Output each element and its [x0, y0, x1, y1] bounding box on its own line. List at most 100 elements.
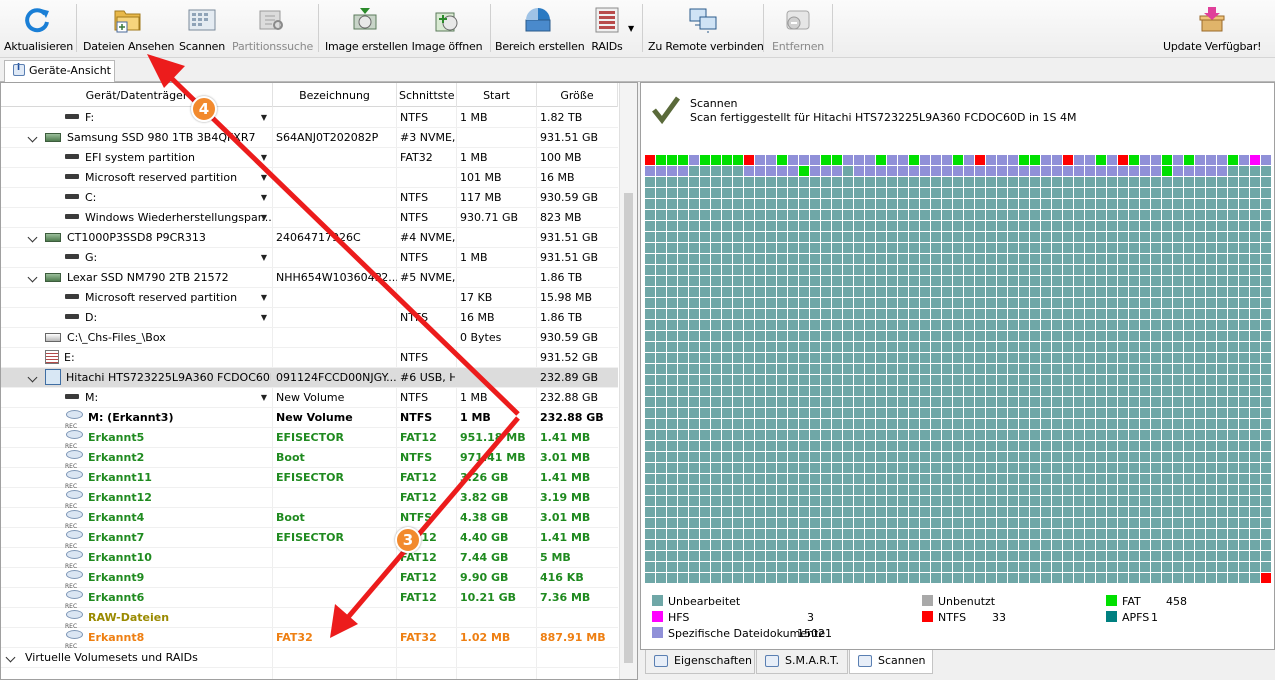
table-row[interactable]: Lexar SSD NM790 2TB 21572 NHH654W103604P2…: [1, 268, 618, 288]
sector-block: [766, 518, 776, 528]
column-header-label[interactable]: Bezeichnung: [273, 83, 397, 107]
create-image-button[interactable]: Image erstellen: [325, 0, 408, 56]
sector-block: [1217, 507, 1227, 517]
legend-value: 458: [1166, 595, 1187, 608]
sector-block: [986, 408, 996, 418]
sector-block: [1239, 375, 1249, 385]
sector-block: [1151, 485, 1161, 495]
create-region-button[interactable]: Bereich erstellen: [495, 0, 585, 56]
tab-scan[interactable]: Scannen: [849, 650, 933, 674]
row-dropdown-arrow-icon[interactable]: ▼: [261, 248, 267, 267]
size-cell: 1.86 TB: [540, 271, 583, 284]
update-available-button[interactable]: Update Verfügbar!: [1163, 0, 1262, 56]
sector-block: [997, 155, 1007, 165]
table-row[interactable]: G: ▼ NTFS 1 MB 931.51 GB: [1, 248, 618, 268]
table-row[interactable]: Erkannt2BootNTFS971.41 MB3.01 MB: [1, 448, 618, 468]
sector-block: [1184, 177, 1194, 187]
table-row[interactable]: F: ▼ NTFS 1 MB 1.82 TB: [1, 108, 618, 128]
sector-block: [1063, 573, 1073, 583]
sector-block: [1184, 276, 1194, 286]
sector-block: [876, 243, 886, 253]
raids-dropdown-arrow-icon[interactable]: ▼: [628, 24, 634, 33]
row-dropdown-arrow-icon[interactable]: ▼: [261, 148, 267, 167]
view-files-button[interactable]: Dateien Ansehen: [83, 0, 174, 56]
table-row[interactable]: Erkannt6FAT1210.21 GB7.36 MB: [1, 588, 618, 608]
sector-block: [711, 507, 721, 517]
table-row[interactable]: Hitachi HTS723225L9A360 FCDOC60D 091124FC…: [1, 368, 618, 388]
vertical-scrollbar[interactable]: [619, 83, 637, 679]
sector-block: [645, 364, 655, 374]
column-header-interface[interactable]: Schnittste: [397, 83, 457, 107]
table-row[interactable]: Erkannt8FAT32FAT321.02 MB887.91 MB: [1, 628, 618, 648]
sector-block: [678, 485, 688, 495]
expand-chevron-icon[interactable]: [27, 132, 38, 143]
row-dropdown-arrow-icon[interactable]: ▼: [261, 208, 267, 227]
table-row[interactable]: Erkannt11EFISECTORFAT123.26 GB1.41 MB: [1, 468, 618, 488]
table-row[interactable]: D: ▼ NTFS 16 MB 1.86 TB: [1, 308, 618, 328]
sector-block: [1140, 518, 1150, 528]
expand-chevron-icon[interactable]: [27, 372, 38, 383]
row-dropdown-arrow-icon[interactable]: ▼: [261, 168, 267, 187]
sector-block: [1140, 232, 1150, 242]
sector-block: [942, 298, 952, 308]
raids-button[interactable]: RAIDs: [585, 0, 629, 56]
row-dropdown-arrow-icon[interactable]: ▼: [261, 388, 267, 407]
sector-block: [1129, 276, 1139, 286]
remove-button[interactable]: Entfernen: [768, 0, 828, 56]
expand-chevron-icon[interactable]: [5, 652, 16, 663]
sector-block: [1107, 342, 1117, 352]
refresh-button[interactable]: Aktualisieren: [4, 0, 73, 56]
column-header-size[interactable]: Größe: [537, 83, 618, 107]
row-dropdown-arrow-icon[interactable]: ▼: [261, 108, 267, 127]
table-row[interactable]: Erkannt5EFISECTORFAT12951.18 MB1.41 MB: [1, 428, 618, 448]
sector-block: [1206, 408, 1216, 418]
sector-block: [1173, 155, 1183, 165]
column-header-device[interactable]: Gerät/Datenträger: [1, 83, 273, 107]
row-dropdown-arrow-icon[interactable]: ▼: [261, 308, 267, 327]
sector-block: [689, 408, 699, 418]
table-row[interactable]: Erkannt9FAT129.90 GB416 KB: [1, 568, 618, 588]
table-row[interactable]: Windows Wiederherstellungspar... ▼ NTFS 930…: [1, 208, 618, 228]
table-row[interactable]: Erkannt12FAT123.82 GB3.19 MB: [1, 488, 618, 508]
scan-button[interactable]: Scannen: [175, 0, 229, 56]
sector-block: [887, 364, 897, 374]
table-row[interactable]: Microsoft reserved partition ▼ 17 KB 15.98 …: [1, 288, 618, 308]
table-row[interactable]: C:\_Chs-Files_\Box 0 Bytes 930.59 GB: [1, 328, 618, 348]
row-dropdown-arrow-icon[interactable]: ▼: [261, 288, 267, 307]
table-row[interactable]: Erkannt7EFISECTORFAT124.40 GB1.41 MB: [1, 528, 618, 548]
table-row[interactable]: Samsung SSD 980 1TB 3B4QFXR7 S64ANJ0T2020…: [1, 128, 618, 148]
sector-block: [722, 221, 732, 231]
sector-block: [755, 573, 765, 583]
row-dropdown-arrow-icon[interactable]: ▼: [261, 188, 267, 207]
table-row[interactable]: CT1000P3SSD8 P9CR313 24064717926C #4 NVME,…: [1, 228, 618, 248]
remote-connect-button[interactable]: Zu Remote verbinden: [648, 0, 764, 56]
device-cell: RAW-Dateien: [1, 608, 271, 628]
table-row[interactable]: M: (Erkannt3)New VolumeNTFS1 MB232.88 GB: [1, 408, 618, 428]
sector-block: [986, 265, 996, 275]
sector-block: [920, 430, 930, 440]
open-image-button[interactable]: Image öffnen: [410, 0, 484, 56]
table-row[interactable]: Virtuelle Volumesets und RAIDs: [1, 648, 618, 668]
sector-block: [909, 243, 919, 253]
expand-chevron-icon[interactable]: [27, 232, 38, 243]
table-row[interactable]: Microsoft reserved partition ▼ 101 MB 16 MB: [1, 168, 618, 188]
sector-block: [1085, 518, 1095, 528]
table-row[interactable]: Erkannt10FAT127.44 GB5 MB: [1, 548, 618, 568]
table-row[interactable]: Erkannt4BootNTFS4.38 GB3.01 MB: [1, 508, 618, 528]
table-row[interactable]: C: ▼ NTFS 117 MB 930.59 GB: [1, 188, 618, 208]
partition-search-button[interactable]: Partitionssuche: [232, 0, 313, 56]
tab-properties[interactable]: Eigenschaften: [645, 650, 755, 674]
table-row[interactable]: E: NTFS 931.52 GB: [1, 348, 618, 368]
sector-block: [1063, 397, 1073, 407]
column-header-start[interactable]: Start: [457, 83, 537, 107]
sector-block: [1140, 507, 1150, 517]
table-row[interactable]: EFI system partition ▼ FAT32 1 MB 100 MB: [1, 148, 618, 168]
table-row[interactable]: M: ▼ New Volume NTFS 1 MB 232.88 GB: [1, 388, 618, 408]
tab-smart[interactable]: S.M.A.R.T.: [756, 650, 848, 674]
scrollbar-thumb[interactable]: [624, 193, 633, 663]
sector-block: [1096, 375, 1106, 385]
expand-chevron-icon[interactable]: [27, 272, 38, 283]
table-row[interactable]: RAW-Dateien: [1, 608, 618, 628]
tab-devices-view[interactable]: Geräte-Ansicht: [4, 60, 115, 82]
sector-block: [1173, 353, 1183, 363]
